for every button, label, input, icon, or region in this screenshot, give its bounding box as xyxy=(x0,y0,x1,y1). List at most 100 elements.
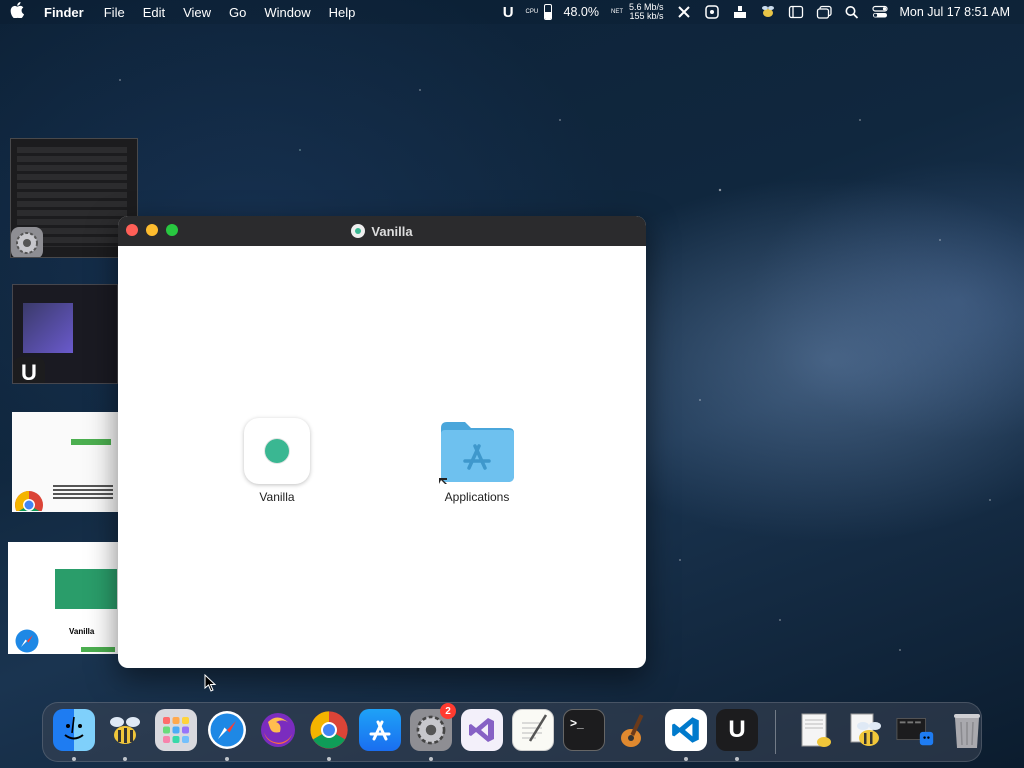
window-title: Vanilla xyxy=(351,223,413,239)
dock-running-indicator xyxy=(123,757,127,761)
safari-icon xyxy=(11,625,43,653)
applications-folder-icon xyxy=(437,418,517,484)
file-label-applications: Applications xyxy=(444,490,510,504)
terminal-icon: >_ xyxy=(563,709,605,751)
u-app-icon: U xyxy=(13,357,45,383)
menu-view[interactable]: View xyxy=(183,5,211,20)
visual-studio-icon xyxy=(461,709,503,751)
dock-desktop[interactable] xyxy=(893,709,939,755)
thumbnail-button xyxy=(81,647,115,652)
finder-window[interactable]: Vanilla Vanilla Applications xyxy=(118,216,646,668)
dock-separator xyxy=(775,710,776,754)
system-settings-icon xyxy=(11,227,43,257)
bee-menu-icon[interactable] xyxy=(760,5,776,19)
app-store-icon xyxy=(359,709,401,751)
dock-visual-studio[interactable] xyxy=(459,709,505,755)
firefox-icon xyxy=(257,709,299,751)
file-label-vanilla: Vanilla xyxy=(259,490,295,504)
dock-running-indicator xyxy=(225,757,229,761)
vanilla-dot xyxy=(265,439,289,463)
stage-thumbnail-safari[interactable]: Vanilla xyxy=(8,542,118,654)
menu-edit[interactable]: Edit xyxy=(143,5,165,20)
file-item-vanilla[interactable]: Vanilla xyxy=(222,418,332,504)
cpu-meter[interactable] xyxy=(543,4,552,20)
dock-textedit[interactable] xyxy=(510,709,556,755)
dock-launchpad[interactable] xyxy=(153,709,199,755)
dock-chrome[interactable] xyxy=(306,709,352,761)
dock-app-store[interactable] xyxy=(357,709,403,755)
chrome-dock-icon xyxy=(308,709,350,751)
desktop-stack-icon xyxy=(895,709,937,751)
file-item-applications[interactable]: Applications xyxy=(422,418,532,504)
u-app-menu-icon[interactable]: U xyxy=(503,4,514,21)
stage-manager-icon[interactable] xyxy=(816,5,832,19)
trash-icon xyxy=(946,709,988,751)
stage-thumbnail-u-app[interactable]: U xyxy=(12,284,118,384)
notification-badge: 2 xyxy=(440,703,456,719)
launchpad-icon xyxy=(155,709,197,751)
dock-safari[interactable] xyxy=(204,709,250,761)
window-titlebar[interactable]: Vanilla xyxy=(118,216,646,246)
u-app-dock-icon: U xyxy=(716,709,758,751)
vscode-icon xyxy=(665,709,707,751)
dock-running-indicator xyxy=(735,757,739,761)
dock-running-indicator xyxy=(327,757,331,761)
dock-bee-downloads[interactable] xyxy=(842,709,888,755)
dock-document[interactable] xyxy=(791,709,837,755)
dock-trash[interactable] xyxy=(944,709,990,755)
net-label: NET xyxy=(611,9,623,15)
cpu-meter-fill xyxy=(544,12,551,19)
minimize-button[interactable] xyxy=(146,224,158,236)
tools-icon[interactable] xyxy=(676,5,692,19)
vanilla-title-icon xyxy=(351,224,366,238)
mouse-cursor-icon xyxy=(204,674,217,692)
dock-running-indicator xyxy=(429,757,433,761)
upload-icon[interactable] xyxy=(732,5,748,19)
menu-extras: U CPU 48.0% NET 5.6 Mb/s 155 kb/s Mon Ju… xyxy=(503,0,1010,24)
menu-bar: Finder File Edit View Go Window Help U C… xyxy=(0,0,1024,24)
zoom-button[interactable] xyxy=(166,224,178,236)
stage-thumbnail-chrome[interactable] xyxy=(12,412,118,512)
dock-finder[interactable] xyxy=(51,709,97,761)
menu-clock[interactable]: Mon Jul 17 8:51 AM xyxy=(900,5,1010,19)
thumbnail-preview xyxy=(71,439,111,445)
document-stack-icon xyxy=(793,709,835,751)
menu-help[interactable]: Help xyxy=(329,5,356,20)
window-title-text: Vanilla xyxy=(371,223,413,239)
finder-icon xyxy=(53,709,95,751)
sidebar-icon[interactable] xyxy=(788,5,804,19)
menu-go[interactable]: Go xyxy=(229,5,246,20)
thumbnail-preview xyxy=(55,569,117,609)
dock-firefox[interactable] xyxy=(255,709,301,755)
dock-terminal[interactable]: >_ xyxy=(561,709,607,755)
thumbnail-title: Vanilla xyxy=(69,627,95,636)
dock-running-indicator xyxy=(684,757,688,761)
garageband-icon xyxy=(614,709,656,751)
window-controls xyxy=(126,224,178,236)
spotlight-search-icon[interactable] xyxy=(844,5,860,19)
close-button[interactable] xyxy=(126,224,138,236)
network-stats[interactable]: 5.6 Mb/s 155 kb/s xyxy=(629,3,664,21)
dock-running-indicator xyxy=(72,757,76,761)
cpu-label: CPU xyxy=(525,9,539,15)
menu-window[interactable]: Window xyxy=(264,5,310,20)
dock-bee[interactable] xyxy=(102,709,148,761)
control-center-icon[interactable] xyxy=(871,5,888,19)
dock: 2 >_ U xyxy=(42,702,982,762)
vanilla-app-icon xyxy=(244,418,310,484)
screen-record-icon[interactable] xyxy=(704,5,720,19)
dock-vscode[interactable] xyxy=(663,709,709,761)
dock-u-app[interactable]: U xyxy=(714,709,760,761)
dock-garageband[interactable] xyxy=(612,709,658,755)
apple-menu-icon[interactable] xyxy=(10,2,30,22)
thumbnail-preview xyxy=(23,303,73,353)
cpu-percent: 48.0% xyxy=(563,5,599,19)
net-down: 155 kb/s xyxy=(629,11,664,21)
chrome-icon xyxy=(13,489,45,511)
menu-app-name[interactable]: Finder xyxy=(44,5,84,20)
thumbnail-text xyxy=(53,485,113,499)
dock-system-settings[interactable]: 2 xyxy=(408,703,456,761)
bee-app-icon xyxy=(104,709,146,751)
menu-file[interactable]: File xyxy=(104,5,125,20)
safari-dock-icon xyxy=(206,709,248,751)
